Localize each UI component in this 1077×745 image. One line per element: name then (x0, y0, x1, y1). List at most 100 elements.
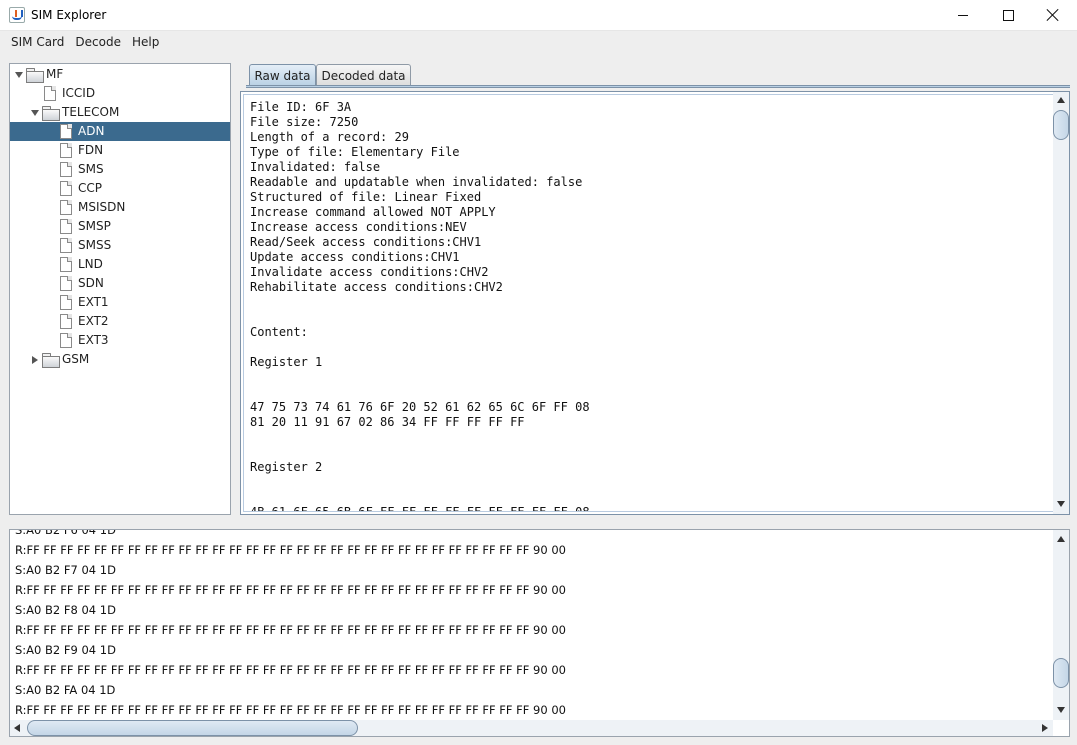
log-horizontal-scrollbar[interactable] (10, 720, 1053, 736)
raw-data-line: Structured of file: Linear Fixed (250, 190, 482, 204)
java-coffee-icon (9, 7, 25, 23)
raw-vertical-scrollbar[interactable] (1053, 92, 1069, 514)
close-icon (1046, 8, 1060, 22)
scroll-down-arrow-icon[interactable] (1053, 702, 1069, 718)
tree-item-label: GSM (62, 352, 90, 366)
menu-bar: SIM Card Decode Help (0, 31, 1077, 53)
raw-data-line: Length of a record: 29 (250, 130, 409, 144)
raw-data-line: File size: 7250 (250, 115, 359, 129)
log-vertical-scrollbar[interactable] (1053, 530, 1069, 720)
tree-item-label: MSISDN (78, 200, 126, 214)
file-icon (60, 333, 72, 348)
log-line: S:A0 B2 F8 04 1D (15, 603, 116, 617)
tab-decoded-data[interactable]: Decoded data (316, 64, 411, 86)
menu-help[interactable]: Help (126, 35, 164, 49)
raw-data-line: File ID: 6F 3A (250, 100, 352, 114)
tree-item-adn[interactable]: ADN (10, 122, 230, 141)
tree-item-label: EXT1 (78, 295, 109, 309)
scroll-up-arrow-icon[interactable] (1053, 92, 1069, 108)
tree-item-gsm[interactable]: GSM (10, 350, 210, 369)
tree-item-label: SDN (78, 276, 104, 290)
file-icon (60, 143, 72, 158)
close-button[interactable] (1030, 0, 1076, 30)
tree-item-label: SMSS (78, 238, 112, 252)
expand-arrow-right-icon[interactable] (30, 355, 40, 365)
raw-data-line: Readable and updatable when invalidated:… (250, 175, 583, 189)
folder-icon (42, 106, 60, 121)
scroll-down-arrow-icon[interactable] (1053, 496, 1069, 512)
raw-data-line: Invalidate access conditions:CHV2 (250, 265, 489, 279)
log-line: R:FF FF FF FF FF FF FF FF FF FF FF FF FF… (15, 583, 566, 597)
folder-icon (26, 68, 44, 83)
file-icon (60, 276, 72, 291)
tree-item-ext1[interactable]: EXT1 (10, 293, 210, 312)
expand-arrow-down-icon[interactable] (30, 108, 40, 118)
tree-item-ccp[interactable]: CCP (10, 179, 210, 198)
log-line: S:A0 B2 F6 04 1D (15, 530, 116, 537)
raw-data-line: 81 20 11 91 67 02 86 34 FF FF FF FF FF (250, 415, 525, 429)
tree-item-lnd[interactable]: LND (10, 255, 210, 274)
scroll-up-arrow-icon[interactable] (1053, 531, 1069, 547)
apdu-log-panel: S:A0 B2 F6 04 1D R:FF FF FF FF FF FF FF F… (9, 529, 1070, 737)
tree-item-telecom[interactable]: TELECOM (10, 103, 210, 122)
log-line: R:FF FF FF FF FF FF FF FF FF FF FF FF FF… (15, 543, 566, 557)
log-scroll-thumb[interactable] (1053, 658, 1069, 688)
scroll-left-arrow-icon[interactable] (10, 720, 26, 736)
tree-item-sdn[interactable]: SDN (10, 274, 210, 293)
tree-item-ext2[interactable]: EXT2 (10, 312, 210, 331)
tree-item-label: SMSP (78, 219, 111, 233)
log-line: R:FF FF FF FF FF FF FF FF FF FF FF FF FF… (15, 623, 566, 637)
maximize-icon (1002, 9, 1014, 21)
file-icon (60, 181, 72, 196)
log-line: R:FF FF FF FF FF FF FF FF FF FF FF FF FF… (15, 703, 566, 717)
tree-item-smss[interactable]: SMSS (10, 236, 210, 255)
file-icon (44, 86, 56, 101)
apdu-log-text[interactable]: S:A0 B2 F6 04 1D R:FF FF FF FF FF FF FF F… (10, 530, 1053, 720)
tree-item-label: FDN (78, 143, 104, 157)
raw-data-panel: File ID: 6F 3A File size: 7250 Length of a… (240, 91, 1070, 515)
tree-item-iccid[interactable]: ICCID (10, 84, 210, 103)
raw-data-line: Content: (250, 325, 308, 339)
raw-data-line: 4B 61 6F 65 6B 6F FF FF FF FF FF FF FF F… (250, 505, 590, 512)
maximize-button[interactable] (985, 0, 1031, 30)
file-icon (60, 238, 72, 253)
title-bar: SIM Explorer (0, 0, 1077, 31)
raw-data-text[interactable]: File ID: 6F 3A File size: 7250 Length of a… (243, 94, 1054, 512)
tree-item-label: TELECOM (62, 105, 120, 119)
menu-sim-card[interactable]: SIM Card (5, 35, 69, 49)
raw-data-line: 47 75 73 74 61 76 6F 20 52 61 62 65 6C 6… (250, 400, 590, 414)
expand-arrow-down-icon[interactable] (14, 70, 24, 80)
raw-scroll-thumb[interactable] (1053, 110, 1069, 140)
raw-data-line: Update access conditions:CHV1 (250, 250, 460, 264)
log-line: S:A0 B2 F7 04 1D (15, 563, 116, 577)
file-icon (60, 295, 72, 310)
tree-item-label: ADN (78, 124, 105, 138)
tree-item-ext3[interactable]: EXT3 (10, 331, 210, 350)
log-line: S:A0 B2 FA 04 1D (15, 683, 116, 697)
raw-data-line: Increase command allowed NOT APPLY (250, 205, 496, 219)
raw-data-line: Register 2 (250, 460, 323, 474)
raw-data-line: Increase access conditions:NEV (250, 220, 467, 234)
raw-data-line: Read/Seek access conditions:CHV1 (250, 235, 482, 249)
scroll-right-arrow-icon[interactable] (1036, 720, 1052, 736)
tree-item-smsp[interactable]: SMSP (10, 217, 210, 236)
log-line: R:FF FF FF FF FF FF FF FF FF FF FF FF FF… (15, 663, 566, 677)
tree-item-label: EXT3 (78, 333, 109, 347)
log-line: S:A0 B2 F9 04 1D (15, 643, 116, 657)
file-icon (60, 162, 72, 177)
tree-item-fdn[interactable]: FDN (10, 141, 210, 160)
file-icon (60, 200, 72, 215)
tree-item-label: CCP (78, 181, 102, 195)
tab-raw-data[interactable]: Raw data (249, 64, 316, 86)
file-icon (60, 124, 72, 139)
log-hscroll-thumb[interactable] (27, 720, 358, 736)
tree-item-label: SMS (78, 162, 104, 176)
tree-item-msisdn[interactable]: MSISDN (10, 198, 210, 217)
minimize-button[interactable] (940, 0, 986, 30)
file-icon (60, 314, 72, 329)
window-title: SIM Explorer (31, 8, 107, 22)
menu-decode[interactable]: Decode (69, 35, 126, 49)
tree-item-mf[interactable]: MF (10, 65, 210, 84)
tree-item-sms[interactable]: SMS (10, 160, 210, 179)
folder-icon (42, 353, 60, 368)
